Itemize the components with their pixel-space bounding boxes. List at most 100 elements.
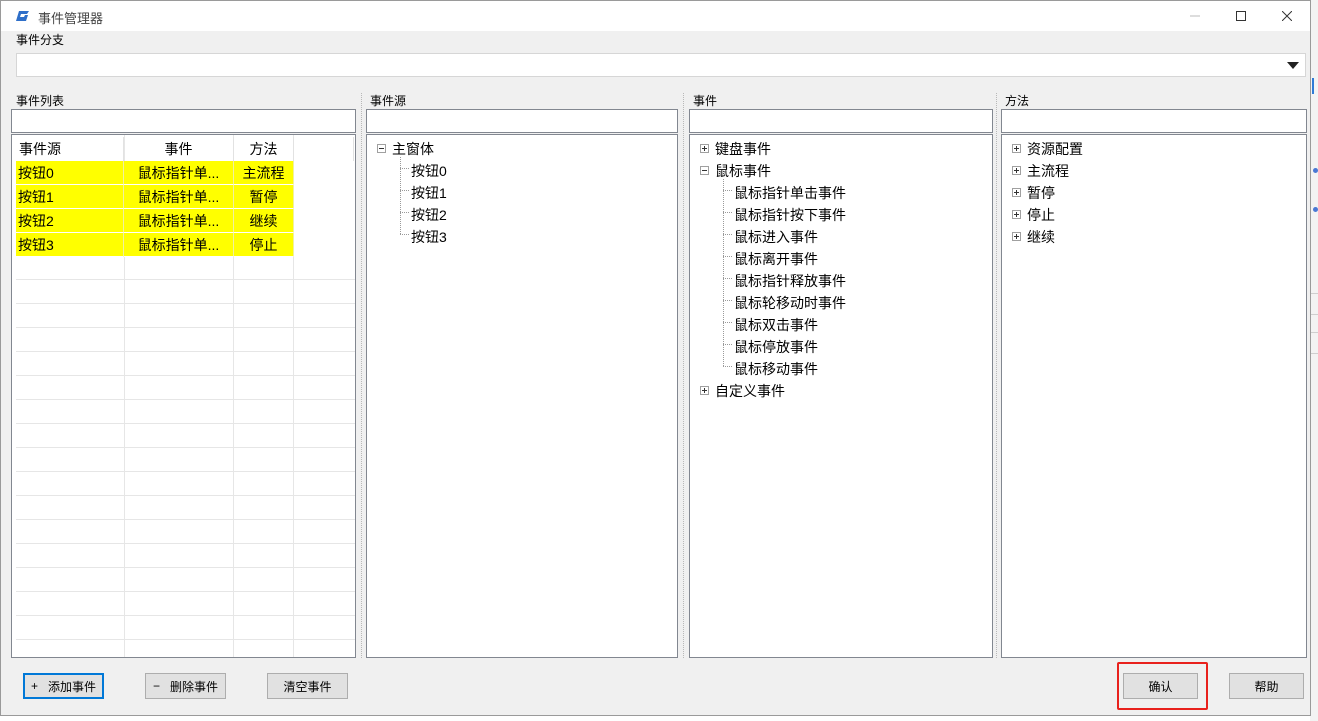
cell-source[interactable]: 按钮1 [16, 185, 124, 209]
branch-select[interactable] [16, 53, 1306, 77]
delete-event-button[interactable]: − 删除事件 [145, 673, 226, 699]
clear-events-button[interactable]: 清空事件 [267, 673, 348, 699]
table-row[interactable]: 按钮2 鼠标指针单... 继续 [16, 209, 294, 233]
tree-node-event[interactable]: 鼠标进入事件 [734, 227, 818, 247]
tree-node-event[interactable]: 鼠标双击事件 [734, 315, 818, 335]
event-panel-label: 事件 [693, 94, 718, 108]
tree-connector [723, 179, 724, 366]
tree-node-event[interactable]: 鼠标指针单击事件 [734, 183, 846, 203]
tree-node-event[interactable]: 鼠标停放事件 [734, 337, 818, 357]
maximize-button[interactable] [1218, 1, 1264, 31]
cell-source[interactable]: 按钮3 [16, 233, 124, 257]
tree-node-event[interactable]: 鼠标移动事件 [734, 359, 818, 379]
tree-node-button[interactable]: 按钮1 [411, 183, 447, 203]
expand-icon[interactable] [700, 386, 709, 395]
grid-header: 事件源 事件 方法 [16, 137, 354, 161]
tree-node-event[interactable]: 鼠标离开事件 [734, 249, 818, 269]
event-list-label: 事件列表 [16, 94, 65, 108]
tree-node-method[interactable]: 继续 [1027, 227, 1055, 247]
tree-node-method[interactable]: 资源配置 [1027, 139, 1083, 159]
table-row[interactable]: 按钮1 鼠标指针单... 暂停 [16, 185, 294, 209]
event-tree[interactable]: 键盘事件 鼠标事件 鼠标指针单击事件 鼠标指针按下事件 鼠标进入事件 鼠标离开事… [689, 134, 993, 658]
table-row[interactable]: 按钮3 鼠标指针单... 停止 [16, 233, 294, 257]
tree-node-button[interactable]: 按钮2 [411, 205, 447, 225]
maximize-icon [1236, 11, 1246, 21]
column-header-source[interactable]: 事件源 [16, 137, 124, 161]
delete-event-label: 删除事件 [170, 679, 219, 694]
highlight-annotation [1117, 662, 1208, 710]
background-window-edge [1310, 0, 1318, 721]
help-button[interactable]: 帮助 [1229, 673, 1304, 699]
tree-node-root[interactable]: 主窗体 [392, 139, 434, 159]
cell-event[interactable]: 鼠标指针单... [124, 161, 234, 185]
expand-icon[interactable] [1012, 210, 1021, 219]
table-row[interactable]: 按钮0 鼠标指针单... 主流程 [16, 161, 294, 185]
tree-node-button[interactable]: 按钮0 [411, 161, 447, 181]
cell-method[interactable]: 暂停 [234, 185, 294, 209]
background-dot [1313, 207, 1318, 212]
event-list-filter-input[interactable] [11, 109, 356, 133]
window-title: 事件管理器 [38, 11, 104, 26]
collapse-icon[interactable] [377, 144, 386, 153]
tree-connector [400, 212, 409, 213]
splitter[interactable] [683, 93, 684, 658]
tree-node-mouse-events[interactable]: 鼠标事件 [715, 161, 771, 181]
tree-connector [723, 300, 732, 301]
cell-event[interactable]: 鼠标指针单... [124, 209, 234, 233]
tree-node-keyboard-events[interactable]: 键盘事件 [715, 139, 771, 159]
tree-node-event[interactable]: 鼠标指针释放事件 [734, 271, 846, 291]
tree-connector [400, 190, 409, 191]
tree-node-method[interactable]: 停止 [1027, 205, 1055, 225]
splitter[interactable] [996, 93, 997, 658]
app-logo-icon [16, 11, 29, 21]
minus-icon: − [152, 679, 160, 693]
expand-icon[interactable] [1012, 232, 1021, 241]
tree-node-event[interactable]: 鼠标指针按下事件 [734, 205, 846, 225]
column-header-method[interactable]: 方法 [234, 137, 294, 161]
method-filter-input[interactable] [1001, 109, 1307, 133]
tree-connector [400, 168, 409, 169]
add-event-label: 添加事件 [48, 679, 97, 694]
background-divider [1310, 353, 1318, 354]
method-tree[interactable]: 资源配置 主流程 暂停 停止 继续 [1001, 134, 1307, 658]
tree-node-event[interactable]: 鼠标轮移动时事件 [734, 293, 846, 313]
source-tree[interactable]: 主窗体 按钮0 按钮1 按钮2 按钮3 [366, 134, 678, 658]
tree-connector [723, 344, 732, 345]
tree-node-custom-events[interactable]: 自定义事件 [715, 381, 785, 401]
minimize-icon [1190, 15, 1200, 17]
event-filter-input[interactable] [689, 109, 993, 133]
minimize-button[interactable] [1172, 1, 1218, 31]
tree-connector [723, 212, 732, 213]
tree-node-method[interactable]: 暂停 [1027, 183, 1055, 203]
help-label: 帮助 [1254, 679, 1279, 694]
plus-icon: + [30, 679, 38, 693]
source-filter-input[interactable] [366, 109, 678, 133]
cell-source[interactable]: 按钮2 [16, 209, 124, 233]
title-bar[interactable]: 事件管理器 [1, 1, 1310, 31]
cell-source[interactable]: 按钮0 [16, 161, 124, 185]
tree-connector [723, 278, 732, 279]
column-header-event[interactable]: 事件 [124, 137, 234, 161]
expand-icon[interactable] [1012, 166, 1021, 175]
background-divider [1310, 293, 1318, 294]
close-button[interactable] [1264, 1, 1310, 31]
chevron-down-icon[interactable] [1287, 62, 1299, 69]
cell-method[interactable]: 继续 [234, 209, 294, 233]
cell-method[interactable]: 主流程 [234, 161, 294, 185]
close-icon [1282, 11, 1292, 21]
cell-event[interactable]: 鼠标指针单... [124, 233, 234, 257]
tree-node-method[interactable]: 主流程 [1027, 161, 1069, 181]
tree-node-button[interactable]: 按钮3 [411, 227, 447, 247]
collapse-icon[interactable] [700, 166, 709, 175]
branch-label: 事件分支 [16, 33, 65, 47]
splitter[interactable] [361, 93, 362, 658]
event-list-grid[interactable]: 事件源 事件 方法 按钮0 鼠标指针单... 主流程 按钮1 鼠标指针单... … [11, 134, 356, 658]
add-event-button[interactable]: + 添加事件 [23, 673, 104, 699]
cell-method[interactable]: 停止 [234, 233, 294, 257]
expand-icon[interactable] [700, 144, 709, 153]
expand-icon[interactable] [1012, 144, 1021, 153]
method-panel-label: 方法 [1005, 94, 1030, 108]
expand-icon[interactable] [1012, 188, 1021, 197]
cell-event[interactable]: 鼠标指针单... [124, 185, 234, 209]
tree-connector [723, 190, 732, 191]
